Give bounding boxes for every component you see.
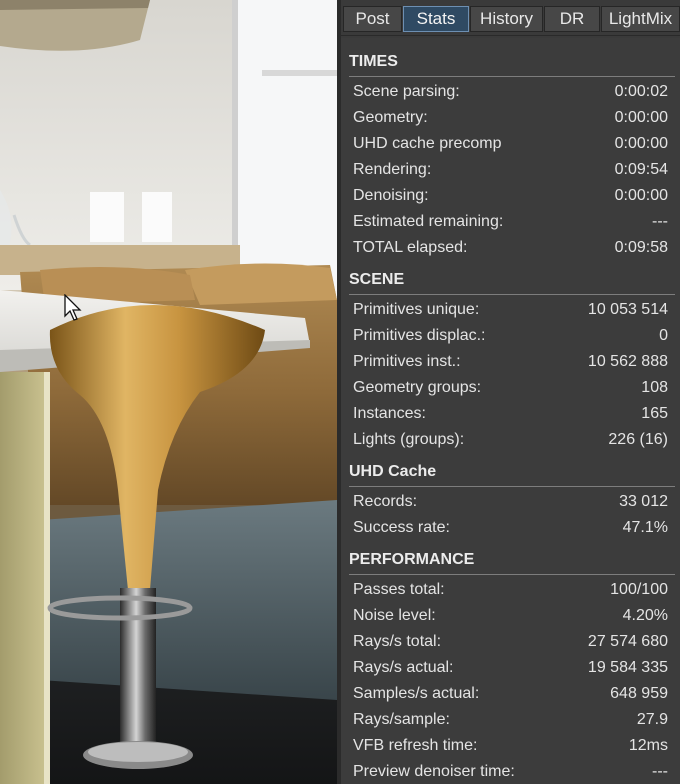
stat-value: 0:00:00	[614, 135, 668, 152]
stat-label: Rendering:	[353, 161, 432, 178]
stat-value: 0:09:54	[614, 161, 668, 178]
stat-row-scene-parsing: Scene parsing: 0:00:02	[353, 79, 668, 105]
stat-label: Records:	[353, 493, 418, 510]
stat-value: 27 574 680	[587, 633, 668, 650]
stat-label: Denoising:	[353, 187, 429, 204]
stat-row-records: Records: 33 012	[353, 489, 668, 515]
stat-row-rays-total: Rays/s total: 27 574 680	[353, 629, 668, 655]
stat-row-rendering: Rendering: 0:09:54	[353, 157, 668, 183]
stat-label: Rays/sample:	[353, 711, 450, 728]
stat-row-rays-actual: Rays/s actual: 19 584 335	[353, 655, 668, 681]
section-divider	[349, 76, 675, 77]
stat-row-rays-sample: Rays/sample: 27.9	[353, 707, 668, 733]
stat-row-denoising: Denoising: 0:00:00	[353, 183, 668, 209]
stat-label: Primitives unique:	[353, 301, 480, 318]
stat-value: 0:00:00	[614, 187, 668, 204]
render-image	[0, 0, 337, 784]
stat-row-noise-level: Noise level: 4.20%	[353, 603, 668, 629]
stat-row-estimated-remaining: Estimated remaining: ---	[353, 209, 668, 235]
stat-label: TOTAL elapsed:	[353, 239, 468, 256]
tab-lightmix[interactable]: LightMix	[601, 6, 680, 32]
stat-value: 108	[641, 379, 668, 396]
stat-value: 165	[641, 405, 668, 422]
tab-bar-divider	[341, 35, 680, 36]
tab-history[interactable]: History	[470, 6, 543, 32]
stat-value: ---	[652, 763, 668, 780]
section-title-scene: SCENE	[349, 271, 405, 288]
stat-label: Success rate:	[353, 519, 450, 536]
tab-bar: Post Stats History DR LightMix	[341, 0, 680, 38]
stat-label: Passes total:	[353, 581, 445, 598]
stat-value: 648 959	[610, 685, 668, 702]
stat-value: 0:00:00	[614, 109, 668, 126]
stat-row-vfb-refresh-time: VFB refresh time: 12ms	[353, 733, 668, 759]
render-preview[interactable]	[0, 0, 337, 784]
stat-label: Rays/s actual:	[353, 659, 454, 676]
stat-label: Noise level:	[353, 607, 436, 624]
stat-label: UHD cache precomp	[353, 135, 502, 152]
section-divider	[349, 294, 675, 295]
tab-post[interactable]: Post	[343, 6, 402, 32]
stat-row-primitives-displac: Primitives displac.: 0	[353, 323, 668, 349]
stat-label: Scene parsing:	[353, 83, 460, 100]
stat-value: 10 053 514	[587, 301, 668, 318]
section-divider	[349, 574, 675, 575]
stat-label: Geometry:	[353, 109, 428, 126]
stat-label: Samples/s actual:	[353, 685, 480, 702]
section-title-performance: PERFORMANCE	[349, 551, 475, 568]
tab-dr[interactable]: DR	[544, 6, 600, 32]
stat-value: 226 (16)	[608, 431, 668, 448]
stat-row-passes-total: Passes total: 100/100	[353, 577, 668, 603]
stat-row-geometry-groups: Geometry groups: 108	[353, 375, 668, 401]
stat-value: 33 012	[619, 493, 668, 510]
stats-panel: Post Stats History DR LightMix TIMES Sce…	[341, 0, 680, 784]
stat-value: 19 584 335	[587, 659, 668, 676]
stat-value: 47.1%	[622, 519, 668, 536]
stat-row-samples-actual: Samples/s actual: 648 959	[353, 681, 668, 707]
stat-value: 0	[659, 327, 668, 344]
stat-row-success-rate: Success rate: 47.1%	[353, 515, 668, 541]
stat-label: Lights (groups):	[353, 431, 465, 448]
stat-label: VFB refresh time:	[353, 737, 478, 754]
stat-row-total-elapsed: TOTAL elapsed: 0:09:58	[353, 235, 668, 261]
stat-label: Rays/s total:	[353, 633, 442, 650]
stat-row-primitives-inst: Primitives inst.: 10 562 888	[353, 349, 668, 375]
stat-label: Geometry groups:	[353, 379, 482, 396]
stat-row-primitives-unique: Primitives unique: 10 053 514	[353, 297, 668, 323]
stat-value: 10 562 888	[587, 353, 668, 370]
section-divider	[349, 486, 675, 487]
stat-label: Primitives inst.:	[353, 353, 461, 370]
tab-stats[interactable]: Stats	[403, 6, 469, 32]
stat-value: 27.9	[636, 711, 668, 728]
mouse-pointer-icon	[64, 294, 82, 321]
stat-label: Estimated remaining:	[353, 213, 504, 230]
stat-row-lights-groups: Lights (groups): 226 (16)	[353, 427, 668, 453]
stat-value: 0:00:02	[614, 83, 668, 100]
stat-value: 100/100	[610, 581, 668, 598]
stat-value: ---	[652, 213, 668, 230]
section-title-times: TIMES	[349, 53, 398, 70]
stat-label: Instances:	[353, 405, 426, 422]
stat-label: Preview denoiser time:	[353, 763, 515, 780]
stat-row-instances: Instances: 165	[353, 401, 668, 427]
stat-label: Primitives displac.:	[353, 327, 486, 344]
stat-value: 0:09:58	[614, 239, 668, 256]
stat-row-preview-denoiser-time: Preview denoiser time: ---	[353, 759, 668, 784]
stat-value: 12ms	[628, 737, 668, 754]
stat-row-uhd-cache-precomp: UHD cache precomp 0:00:00	[353, 131, 668, 157]
stat-value: 4.20%	[622, 607, 668, 624]
section-title-uhd-cache: UHD Cache	[349, 463, 437, 480]
stat-row-geometry: Geometry: 0:00:00	[353, 105, 668, 131]
